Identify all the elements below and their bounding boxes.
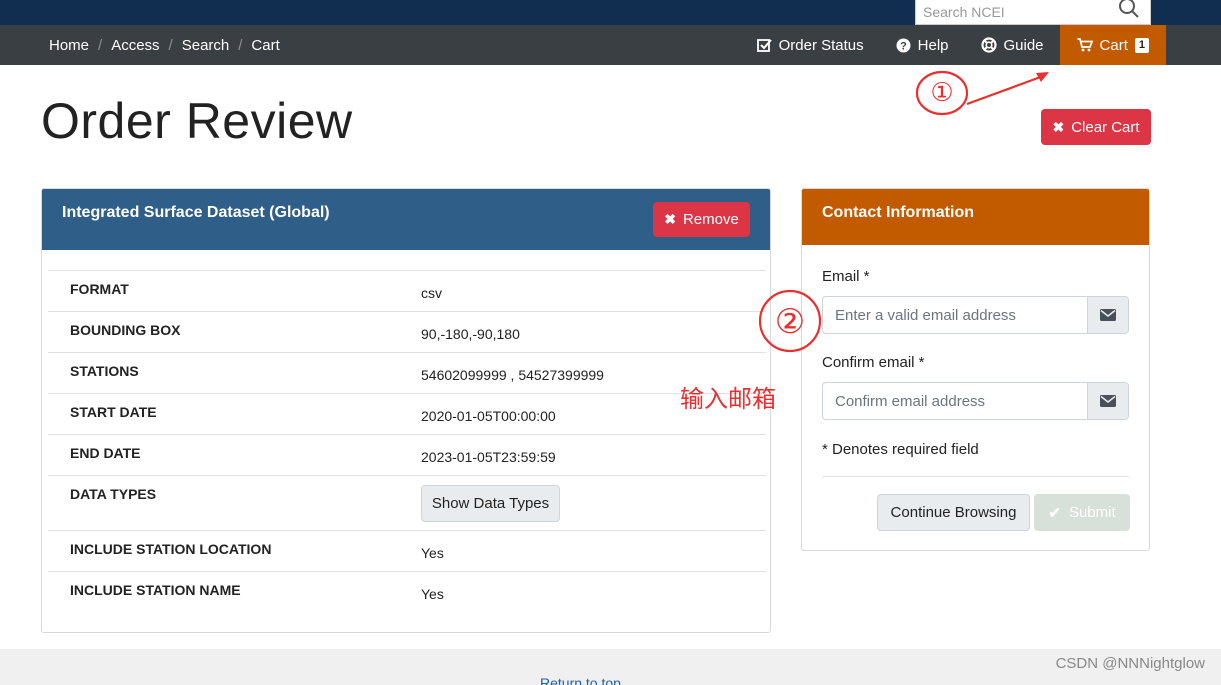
envelope-icon xyxy=(1087,297,1128,333)
search-icon[interactable] xyxy=(1118,0,1140,19)
table-row: FORMAT csv xyxy=(48,270,766,311)
table-row: INCLUDE STATION NAME Yes xyxy=(48,571,766,612)
life-ring-icon xyxy=(980,37,997,53)
order-status-label: Order Status xyxy=(778,36,864,54)
row-key: STATIONS xyxy=(70,363,139,379)
confirm-email-label: Confirm email * xyxy=(822,354,925,371)
cart-link[interactable]: Cart 1 xyxy=(1059,25,1166,65)
help-link[interactable]: ? Help xyxy=(880,25,965,65)
email-label: Email * xyxy=(822,268,870,285)
breadcrumb-cart[interactable]: Cart xyxy=(251,37,279,54)
submit-button[interactable]: ✔ Submit xyxy=(1034,494,1130,531)
contact-panel: Contact Information Email * Confirm emai… xyxy=(801,188,1150,551)
dataset-panel-header: Integrated Surface Dataset (Global) ✖ Re… xyxy=(42,189,770,250)
row-key: INCLUDE STATION LOCATION xyxy=(70,541,272,557)
cart-icon xyxy=(1077,38,1093,52)
continue-browsing-button[interactable]: Continue Browsing xyxy=(877,494,1030,531)
row-value: 54602099999 , 54527399999 xyxy=(421,367,604,383)
email-field[interactable] xyxy=(823,297,1087,333)
clear-cart-button[interactable]: ✖ Clear Cart xyxy=(1041,109,1151,145)
row-value: 2020-01-05T00:00:00 xyxy=(421,408,556,424)
search-box xyxy=(915,0,1151,25)
row-value: csv xyxy=(421,285,442,301)
close-icon: ✖ xyxy=(1052,118,1065,135)
breadcrumb-access[interactable]: Access xyxy=(111,37,159,54)
show-data-types-button[interactable]: Show Data Types xyxy=(421,485,560,522)
row-value: Yes xyxy=(421,586,444,602)
search-input[interactable] xyxy=(916,0,1106,23)
breadcrumb-separator: / xyxy=(98,36,103,54)
annotation-note: 输入邮箱 xyxy=(680,385,776,413)
row-value: Yes xyxy=(421,545,444,561)
required-field-note: * Denotes required field xyxy=(822,441,979,458)
table-row: STATIONS 54602099999 , 54527399999 xyxy=(48,352,766,393)
return-to-top-link[interactable]: Return to top xyxy=(540,675,621,685)
dataset-details-table: FORMAT csv BOUNDING BOX 90,-180,-90,180 … xyxy=(48,270,766,612)
question-circle-icon: ? xyxy=(896,38,911,52)
cart-label: Cart xyxy=(1099,36,1128,54)
contact-panel-header: Contact Information xyxy=(802,189,1149,245)
dataset-title: Integrated Surface Dataset (Global) xyxy=(62,204,330,221)
footer: Return to top xyxy=(0,649,1221,685)
breadcrumb-separator: / xyxy=(168,36,173,54)
annotation-circle-1 xyxy=(915,70,969,116)
breadcrumb-search[interactable]: Search xyxy=(182,37,230,54)
remove-button[interactable]: ✖ Remove xyxy=(653,202,750,237)
table-row: BOUNDING BOX 90,-180,-90,180 xyxy=(48,311,766,352)
close-icon: ✖ xyxy=(664,211,676,227)
breadcrumb: Home / Access / Search / Cart xyxy=(49,25,280,65)
row-key: FORMAT xyxy=(70,281,129,297)
row-key: START DATE xyxy=(70,404,157,420)
annotation-marker-1: ① xyxy=(930,78,953,108)
breadcrumb-separator: / xyxy=(238,36,243,54)
breadcrumb-home[interactable]: Home xyxy=(49,37,89,54)
row-value: 2023-01-05T23:59:59 xyxy=(421,449,556,465)
svg-text:?: ? xyxy=(900,40,907,52)
confirm-email-input-group xyxy=(822,382,1129,420)
row-key: INCLUDE STATION NAME xyxy=(70,582,241,598)
guide-link[interactable]: Guide xyxy=(965,25,1060,65)
cart-count-badge: 1 xyxy=(1134,37,1149,53)
confirm-email-field[interactable] xyxy=(823,383,1087,419)
row-key: BOUNDING BOX xyxy=(70,322,181,338)
row-key: END DATE xyxy=(70,445,141,461)
order-status-link[interactable]: Order Status xyxy=(741,25,880,65)
submit-label: Submit xyxy=(1068,504,1116,521)
dataset-panel: Integrated Surface Dataset (Global) ✖ Re… xyxy=(41,188,771,633)
table-row: INCLUDE STATION LOCATION Yes xyxy=(48,530,766,571)
arrow-head-icon xyxy=(1036,72,1049,82)
watermark: CSDN @NNNightglow xyxy=(1055,655,1205,672)
annotation-arrow xyxy=(966,73,1047,106)
check-icon: ✔ xyxy=(1048,504,1061,522)
row-value: 90,-180,-90,180 xyxy=(421,326,520,342)
table-row: START DATE 2020-01-05T00:00:00 xyxy=(48,393,766,434)
guide-label: Guide xyxy=(1003,36,1044,54)
email-input-group xyxy=(822,296,1129,334)
help-label: Help xyxy=(917,36,949,54)
table-row: END DATE 2023-01-05T23:59:59 xyxy=(48,434,766,475)
contact-title: Contact Information xyxy=(822,204,974,221)
nav-links: Order Status ? Help Guide Cart 1 xyxy=(741,25,1221,65)
clear-cart-label: Clear Cart xyxy=(1071,118,1140,136)
remove-label: Remove xyxy=(682,211,739,228)
row-key: DATA TYPES xyxy=(70,486,157,502)
nav-bar: Home / Access / Search / Cart Order Stat… xyxy=(0,25,1221,65)
page-title: Order Review xyxy=(41,93,353,149)
divider xyxy=(822,476,1129,477)
checkbox-icon xyxy=(756,38,772,52)
envelope-icon xyxy=(1087,383,1128,419)
table-row: DATA TYPES Show Data Types xyxy=(48,475,766,530)
